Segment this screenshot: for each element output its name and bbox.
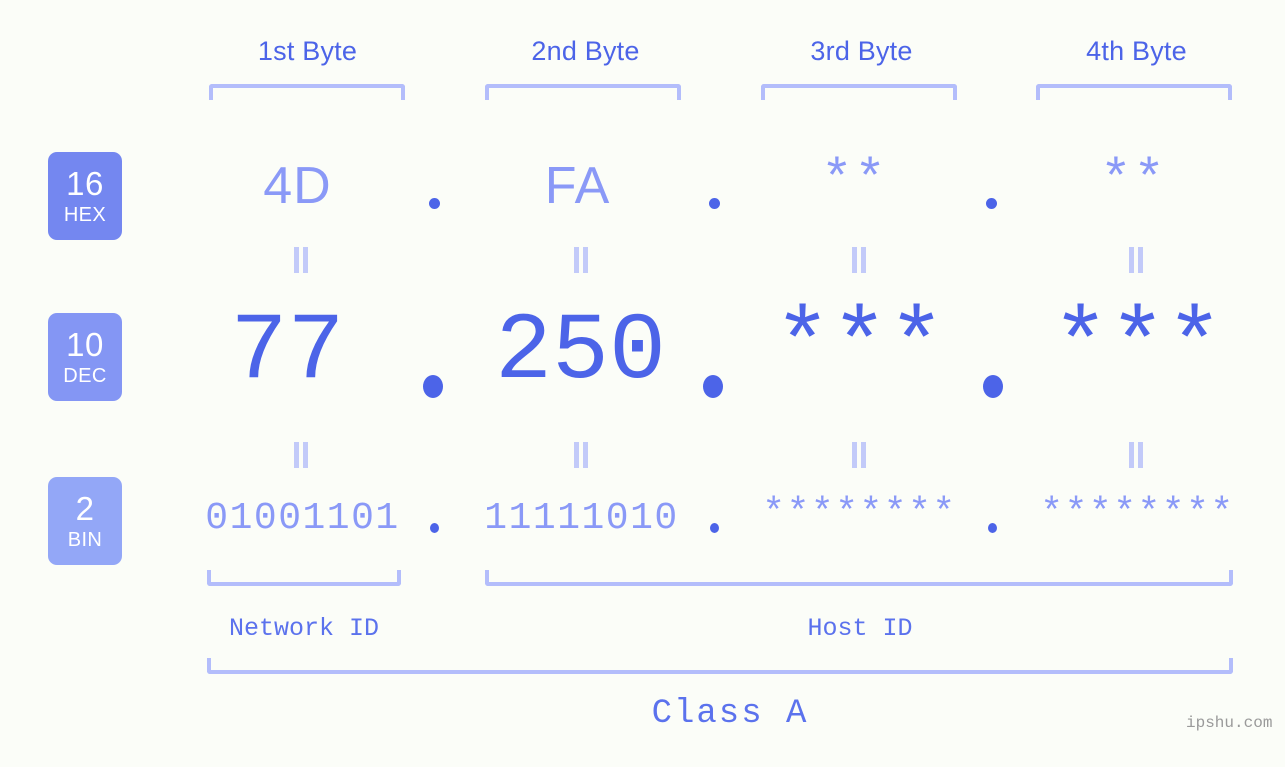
base-badge-bin-number: 2: [75, 490, 95, 527]
class-bracket: [207, 658, 1233, 674]
equality-mark-hex-dec-2: [573, 247, 589, 273]
byte-header-1: 1st Byte: [257, 36, 358, 66]
dec-byte-1-value: 77: [230, 298, 345, 406]
equality-mark-hex-dec-3: [851, 247, 867, 273]
base-badge-bin: 2 BIN: [48, 477, 122, 565]
hex-byte-3-value: **: [821, 151, 888, 210]
equality-mark-dec-bin-2: [573, 442, 589, 468]
base-badge-bin-name: BIN: [67, 529, 103, 551]
equality-mark-hex-dec-4: [1128, 247, 1144, 273]
byte-bracket-1: [209, 84, 405, 100]
host-id-bracket: [485, 570, 1233, 586]
dec-byte-2-value: 250: [494, 298, 667, 406]
bin-byte-3-value: ********: [762, 492, 957, 535]
equality-mark-dec-bin-1: [293, 442, 309, 468]
base-badge-dec-number: 10: [66, 326, 104, 363]
base-badge-dec: 10 DEC: [48, 313, 122, 401]
bin-byte-1-value: 01001101: [205, 497, 400, 540]
hex-separator-dot-3: [986, 198, 997, 209]
ip-address-breakdown-diagram: 1st Byte 2nd Byte 3rd Byte 4th Byte 16 H…: [0, 0, 1285, 767]
base-badge-hex-name: HEX: [63, 204, 107, 226]
hex-byte-4-value: **: [1100, 151, 1167, 210]
bin-byte-4-value: ********: [1040, 492, 1235, 535]
dec-separator-dot-3: [983, 375, 1003, 398]
host-id-label: Host ID: [807, 614, 913, 643]
dec-separator-dot-2: [703, 375, 723, 398]
base-badge-hex: 16 HEX: [48, 152, 122, 240]
bin-separator-dot-2: [710, 523, 719, 533]
bin-separator-dot-3: [988, 523, 997, 533]
site-watermark: ipshu.com: [1186, 714, 1273, 732]
base-badge-hex-number: 16: [66, 165, 104, 202]
hex-byte-1-value: 4D: [263, 157, 332, 215]
dec-byte-3-value: ***: [773, 293, 946, 401]
class-label: Class A: [651, 695, 809, 733]
byte-header-3: 3rd Byte: [810, 36, 913, 66]
byte-header-4: 4th Byte: [1086, 36, 1187, 66]
bin-byte-2-value: 11111010: [484, 497, 679, 540]
equality-mark-dec-bin-4: [1128, 442, 1144, 468]
bin-separator-dot-1: [430, 523, 439, 533]
byte-bracket-2: [485, 84, 681, 100]
hex-separator-dot-1: [429, 198, 440, 209]
equality-mark-hex-dec-1: [293, 247, 309, 273]
dec-separator-dot-1: [423, 375, 443, 398]
network-id-bracket: [207, 570, 401, 586]
base-badge-dec-name: DEC: [63, 365, 107, 387]
network-id-label: Network ID: [228, 614, 380, 643]
hex-byte-2-value: FA: [544, 157, 611, 215]
dec-byte-4-value: ***: [1051, 293, 1224, 401]
hex-separator-dot-2: [709, 198, 720, 209]
byte-header-2: 2nd Byte: [531, 36, 640, 66]
byte-bracket-3: [761, 84, 957, 100]
byte-bracket-4: [1036, 84, 1232, 100]
equality-mark-dec-bin-3: [851, 442, 867, 468]
